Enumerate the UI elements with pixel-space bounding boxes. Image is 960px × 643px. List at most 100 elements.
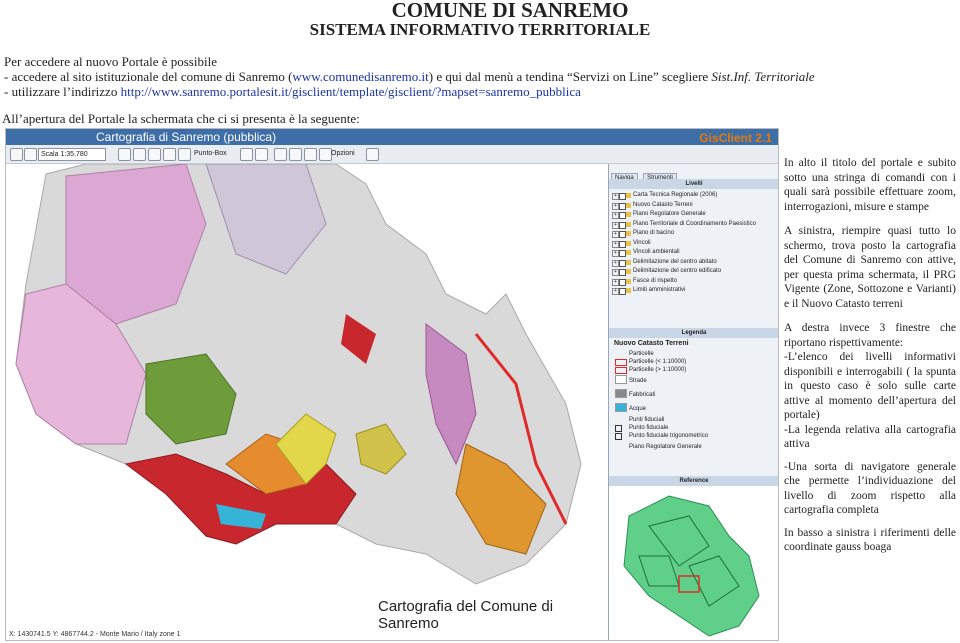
layer-item[interactable]: + Vincoli bbox=[611, 239, 777, 249]
expand-icon[interactable]: + bbox=[612, 269, 619, 276]
measure-icon[interactable] bbox=[240, 148, 253, 161]
expand-icon[interactable]: + bbox=[612, 288, 619, 295]
intro-text: Per accedere al nuovo Portale è possibil… bbox=[4, 54, 815, 99]
pan-icon[interactable] bbox=[148, 148, 161, 161]
legend-item: Particelle (< 1:10000) bbox=[611, 358, 777, 366]
intro-line: Per accedere al nuovo Portale è possibil… bbox=[4, 54, 217, 69]
expand-icon[interactable]: + bbox=[612, 250, 619, 257]
legend-item: Punto fiduciale trigonometrico bbox=[611, 432, 777, 440]
info-icon[interactable] bbox=[178, 148, 191, 161]
refresh-icon[interactable] bbox=[274, 148, 287, 161]
municipality-map bbox=[15, 163, 582, 585]
gisclient-logo: GisClient 2.1 bbox=[699, 131, 772, 145]
layer-label: Carta Tecnica Regionale (2006) bbox=[633, 192, 718, 198]
folder-icon bbox=[626, 221, 631, 227]
expand-icon[interactable]: + bbox=[612, 278, 619, 286]
expand-icon[interactable]: + bbox=[612, 202, 619, 210]
layer-checkbox[interactable] bbox=[619, 231, 626, 238]
legend-swatch bbox=[615, 375, 627, 384]
punto-box-select[interactable]: Punto-Box bbox=[194, 148, 234, 159]
bullet-text: - utilizzare l’indirizzo bbox=[4, 84, 121, 99]
description-paragraph: A sinistra, riempire quasi tutto lo sche… bbox=[784, 225, 956, 310]
expand-icon[interactable]: + bbox=[612, 240, 619, 248]
layer-label: Vincoli bbox=[633, 239, 651, 246]
map-canvas[interactable]: X: 1430741.5 Y: 4867744.2 - Monte Mario … bbox=[6, 163, 606, 640]
opzioni-button[interactable]: Opzioni bbox=[331, 148, 361, 159]
layer-checkbox[interactable] bbox=[619, 288, 626, 295]
layers-header: Livelli bbox=[609, 179, 778, 189]
layer-label: Delimitazione del centro edificato bbox=[633, 268, 722, 274]
legend-swatch bbox=[615, 359, 627, 366]
layer-checkbox[interactable] bbox=[619, 250, 626, 257]
portal-link[interactable]: http://www.sanremo.portalesit.it/gisclie… bbox=[121, 84, 581, 99]
layer-item[interactable]: + Piano Regolatore Generale bbox=[611, 210, 777, 220]
layer-checkbox[interactable] bbox=[619, 193, 626, 200]
after-text: All’apertura del Portale la schermata ch… bbox=[2, 111, 360, 126]
layer-item[interactable]: + Fasce di rispetto bbox=[611, 277, 777, 287]
layer-checkbox[interactable] bbox=[619, 278, 626, 286]
layer-item[interactable]: + Carta Tecnica Regionale (2006) bbox=[611, 191, 777, 201]
layer-checkbox[interactable] bbox=[619, 259, 626, 267]
folder-icon bbox=[626, 288, 631, 293]
expand-icon[interactable]: + bbox=[612, 193, 619, 200]
zoom-out-icon[interactable] bbox=[133, 148, 146, 161]
bullet-text: ) e qui dal menù a tendina “Servizi on L… bbox=[428, 69, 712, 84]
reference-header: Reference bbox=[609, 476, 778, 486]
layer-label: Vincoli ambientali bbox=[633, 249, 680, 255]
layer-label: Fasce di rispetto bbox=[633, 277, 678, 284]
legend-item: Fabbricati bbox=[611, 388, 777, 402]
layer-checkbox[interactable] bbox=[619, 240, 626, 248]
window-title-bar: Cartografia di Sanremo (pubblica) GisCli… bbox=[6, 129, 778, 145]
zoom-globe-icon[interactable] bbox=[10, 148, 23, 161]
area-icon[interactable] bbox=[255, 148, 268, 161]
description-paragraph: -La legenda relativa alla cartografia at… bbox=[784, 423, 956, 451]
legend-item: Acque bbox=[611, 402, 777, 416]
home-icon[interactable] bbox=[304, 148, 317, 161]
folder-icon bbox=[626, 250, 631, 255]
folder-icon bbox=[626, 202, 631, 208]
description-paragraph: A destra invece 3 finestre che riportano… bbox=[784, 322, 956, 349]
side-panel: Naviga Strumenti Livelli + Carta Tecnica … bbox=[608, 164, 779, 640]
expand-icon[interactable]: + bbox=[612, 221, 619, 229]
folder-icon bbox=[626, 269, 631, 274]
bullet-text: - accedere al sito istituzionale del com… bbox=[4, 69, 293, 84]
folder-icon bbox=[626, 259, 631, 265]
legend-panel: Nuovo Catasto Terreni Particelle Partice… bbox=[611, 338, 777, 451]
description-column: In alto il titolo del portale e subito s… bbox=[784, 156, 956, 563]
layer-item[interactable]: + Piano di bacino bbox=[611, 229, 777, 239]
legend-label: Fabbricati bbox=[629, 392, 656, 398]
legend-item: Particelle bbox=[611, 350, 777, 358]
reference-territory bbox=[623, 495, 760, 637]
print-icon[interactable] bbox=[289, 148, 302, 161]
window-title: Cartografia di Sanremo (pubblica) bbox=[96, 130, 277, 144]
help-icon[interactable] bbox=[366, 148, 379, 161]
layer-item[interactable]: + Delimitazione del centro edificato bbox=[611, 267, 777, 277]
comune-link[interactable]: www.comunedisanremo.it bbox=[292, 69, 428, 84]
expand-icon[interactable]: + bbox=[612, 259, 619, 267]
legend-swatch bbox=[615, 367, 627, 374]
legend-title: Nuovo Catasto Terreni bbox=[614, 340, 689, 347]
description-paragraph: In alto il titolo del portale e subito s… bbox=[784, 157, 956, 213]
layer-checkbox[interactable] bbox=[619, 202, 626, 210]
intro-bullet-2: - utilizzare l’indirizzo http://www.sanr… bbox=[4, 84, 815, 99]
layer-checkbox[interactable] bbox=[619, 212, 626, 219]
zoom-in-icon[interactable] bbox=[118, 148, 131, 161]
layer-checkbox[interactable] bbox=[619, 221, 626, 229]
layer-item[interactable]: + Delimitazione del centro abitato bbox=[611, 258, 777, 268]
scale-input[interactable]: Scala 1:35.780 bbox=[38, 148, 106, 161]
back-icon[interactable] bbox=[24, 148, 37, 161]
zoom-extent-icon[interactable] bbox=[163, 148, 176, 161]
description-paragraph: In basso a sinistra i riferimenti delle … bbox=[784, 526, 956, 554]
intro-bullet-1: - accedere al sito istituzionale del com… bbox=[4, 69, 815, 84]
expand-icon[interactable]: + bbox=[612, 231, 619, 238]
description-paragraph: -Una sorta di navigatore generale che pe… bbox=[784, 460, 956, 517]
legend-label: Punto fiduciale bbox=[629, 425, 669, 431]
layer-item[interactable]: + Piano Territoriale di Coordinamento Pae… bbox=[611, 220, 777, 230]
legend-label: Strade bbox=[629, 378, 647, 384]
layer-item[interactable]: + Nuovo Catasto Terreni bbox=[611, 201, 777, 211]
expand-icon[interactable]: + bbox=[612, 212, 619, 219]
layer-item[interactable]: + Limiti amministrativi bbox=[611, 286, 777, 296]
layer-checkbox[interactable] bbox=[619, 269, 626, 276]
reference-map[interactable] bbox=[609, 486, 779, 640]
layer-item[interactable]: + Vincoli ambientali bbox=[611, 248, 777, 258]
